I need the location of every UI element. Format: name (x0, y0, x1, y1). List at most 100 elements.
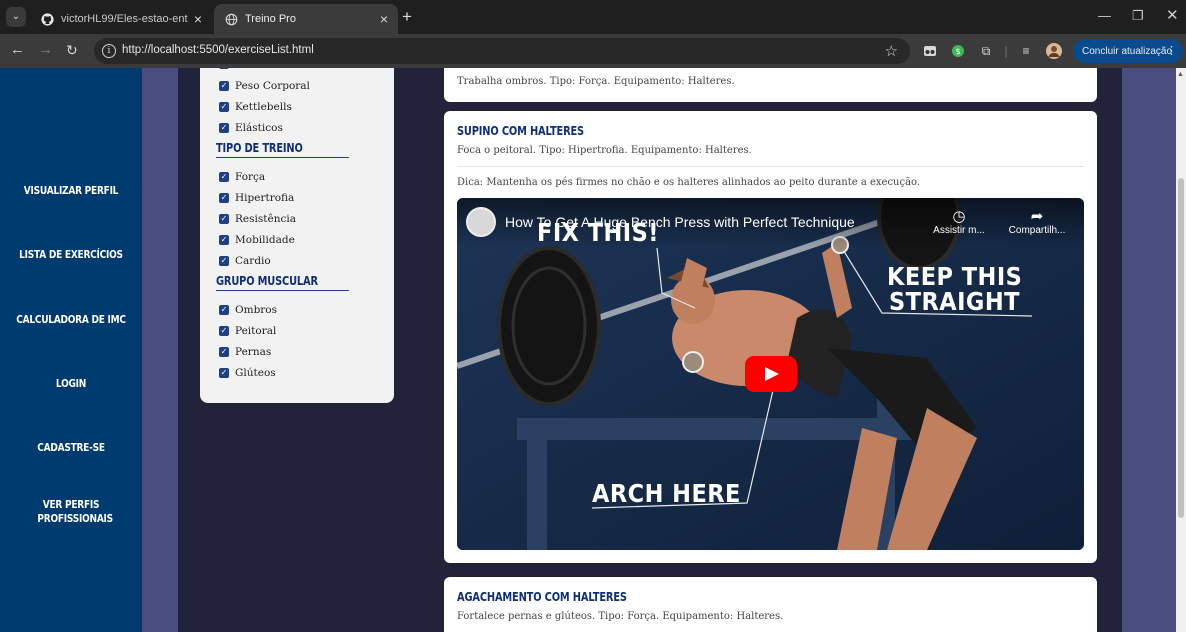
filter-option-label: Mobilidade (235, 234, 295, 246)
exercise-title: Supino com Halteres (457, 124, 584, 138)
filter-option-pernas[interactable]: ✓ Pernas (219, 346, 271, 358)
filter-option-label: Ombros (235, 304, 278, 316)
channel-avatar[interactable] (466, 207, 496, 237)
extension-incognito-icon[interactable] (922, 43, 938, 59)
page-viewport: Visualizar Perfil Lista de Exercícios Ca… (0, 68, 1186, 632)
globe-icon (224, 12, 238, 26)
filter-option-partial[interactable]: ✓ (219, 68, 235, 69)
update-button-label: Concluir atualização (1082, 45, 1173, 57)
media-control-icon[interactable]: ≡ (1018, 43, 1034, 59)
filter-option-cardio[interactable]: ✓ Cardio (219, 255, 271, 267)
filter-option-label: Peitoral (235, 325, 277, 337)
filter-option-peitoral[interactable]: ✓ Peitoral (219, 325, 276, 337)
filter-option-gluteos[interactable]: ✓ Glúteos (219, 367, 276, 379)
tab-github[interactable]: victorHL99/Eles-estao-entre-nos × (30, 4, 212, 34)
scroll-up-icon[interactable]: ▲ (1177, 71, 1184, 78)
exercise-description: Foca o peitoral. Tipo: Hipertrofia. Equi… (457, 145, 752, 156)
sidebar-item-login[interactable]: Login (13, 377, 129, 391)
checkbox-checked[interactable]: ✓ (219, 326, 229, 336)
filter-option-label: Glúteos (235, 367, 276, 379)
filter-option-hipertrofia[interactable]: ✓ Hipertrofia (219, 192, 294, 204)
filter-option-elasticos[interactable]: ✓ Elásticos (219, 122, 283, 134)
filter-option-label: Cardio (235, 255, 271, 267)
overlay-text-fix: FIX THIS! (537, 218, 659, 247)
bookmark-star-icon[interactable]: ☆ (885, 42, 898, 60)
checkbox-checked[interactable]: ✓ (219, 256, 229, 266)
play-button-icon[interactable] (745, 356, 797, 392)
sidebar-item-cadastre-se[interactable]: Cadastre-se (13, 441, 129, 455)
back-arrow-icon[interactable]: ← (10, 42, 25, 58)
youtube-video-embed[interactable]: How To Get A Huge Bench Press with Perfe… (457, 198, 1084, 550)
exercise-title: Agachamento com Halteres (457, 590, 627, 604)
watch-later-label: Assistir m... (933, 225, 985, 236)
tab-close-icon[interactable]: × (380, 11, 388, 27)
filter-option-ombros[interactable]: ✓ Ombros (219, 304, 277, 316)
svg-text:$: $ (955, 47, 960, 56)
scroll-thumb[interactable] (1178, 178, 1184, 518)
watch-later-button[interactable]: ◷ Assistir m... (923, 207, 995, 236)
sidebar-nav: Visualizar Perfil Lista de Exercícios Ca… (0, 68, 142, 632)
checkbox-checked[interactable]: ✓ (219, 214, 229, 224)
filter-option-label: Força (235, 171, 266, 183)
filter-option-label: Hipertrofia (235, 192, 295, 204)
left-gutter (142, 68, 178, 632)
url-text: http://localhost:5500/exerciseList.html (122, 44, 314, 56)
exercise-card: Agachamento com Halteres Fortalece perna… (444, 577, 1097, 632)
checkbox-checked[interactable]: ✓ (219, 368, 229, 378)
filter-panel: ✓ ✓ Peso Corporal ✓ Kettlebells ✓ Elásticos… (200, 68, 394, 403)
checkbox-checked[interactable]: ✓ (219, 305, 229, 315)
exercise-tip: Dica: Mantenha os pés firmes no chão e o… (457, 177, 921, 188)
overlay-text-arch: ARCH HERE (592, 479, 741, 508)
forward-arrow-icon[interactable]: → (38, 42, 53, 58)
share-button[interactable]: ➦ Compartilh... (1001, 207, 1073, 236)
filter-option-kettlebells[interactable]: ✓ Kettlebells (219, 101, 292, 113)
extension-green-icon[interactable]: $ (950, 43, 966, 59)
filter-heading-tipo-treino: Tipo de Treino (216, 141, 349, 158)
tab-title: Treino Pro (245, 13, 296, 25)
toolbar-divider: | (1004, 44, 1008, 58)
more-options-icon[interactable]: ⋮ (1166, 44, 1177, 57)
browser-tab-strip: ⌄ victorHL99/Eles-estao-entre-nos × Trei… (0, 0, 1186, 34)
minimize-icon[interactable]: — (1098, 8, 1111, 23)
page-scrollbar[interactable]: ▲ (1176, 68, 1186, 632)
checkbox-checked[interactable]: ✓ (219, 347, 229, 357)
filter-option-forca[interactable]: ✓ Força (219, 171, 265, 183)
site-info-icon[interactable]: i (102, 44, 116, 58)
divider (457, 166, 1084, 167)
sidebar-item-lista-exercicios[interactable]: Lista de Exercícios (13, 248, 129, 262)
checkbox-checked[interactable]: ✓ (219, 235, 229, 245)
filter-option-label: Kettlebells (235, 101, 292, 113)
clock-icon: ◷ (952, 208, 966, 225)
new-tab-button[interactable]: + (402, 8, 412, 26)
filter-heading-grupo-muscular: Grupo Muscular (216, 274, 349, 291)
tab-treino-pro[interactable]: Treino Pro × (214, 4, 398, 34)
filter-option-label: Pernas (235, 346, 272, 358)
checkbox-checked[interactable]: ✓ (219, 172, 229, 182)
checkbox-checked[interactable]: ✓ (219, 68, 229, 69)
restore-icon[interactable]: ❐ (1132, 8, 1144, 24)
reload-icon[interactable]: ↻ (66, 42, 78, 58)
profile-avatar-icon[interactable] (1046, 43, 1062, 59)
window-close-icon[interactable]: ✕ (1166, 6, 1179, 24)
tab-search-button[interactable]: ⌄ (6, 7, 26, 27)
filter-option-peso-corporal[interactable]: ✓ Peso Corporal (219, 80, 310, 92)
tab-title: victorHL99/Eles-estao-entre-nos (61, 13, 188, 25)
right-gutter (1122, 68, 1176, 632)
share-label: Compartilh... (1008, 225, 1066, 236)
overlay-text-straight: STRAIGHT (889, 287, 1020, 316)
sidebar-item-ver-perfis-profissionais[interactable]: Ver Perfis Profissionais (13, 498, 129, 526)
checkbox-checked[interactable]: ✓ (219, 123, 229, 133)
github-icon (40, 12, 54, 26)
tab-close-icon[interactable]: × (194, 11, 202, 27)
sidebar-item-calculadora-imc[interactable]: Calculadora de IMC (13, 313, 129, 327)
checkbox-checked[interactable]: ✓ (219, 193, 229, 203)
filter-option-mobilidade[interactable]: ✓ Mobilidade (219, 234, 295, 246)
filter-option-label: Peso Corporal (235, 80, 310, 92)
checkbox-checked[interactable]: ✓ (219, 81, 229, 91)
update-button[interactable]: Concluir atualização ⋮ (1073, 39, 1183, 63)
extensions-puzzle-icon[interactable]: ⧉ (978, 43, 994, 59)
sidebar-item-visualizar-perfil[interactable]: Visualizar Perfil (13, 184, 129, 198)
checkbox-checked[interactable]: ✓ (219, 102, 229, 112)
filter-option-resistencia[interactable]: ✓ Resistência (219, 213, 296, 225)
address-bar[interactable]: i http://localhost:5500/exerciseList.htm… (94, 38, 910, 64)
